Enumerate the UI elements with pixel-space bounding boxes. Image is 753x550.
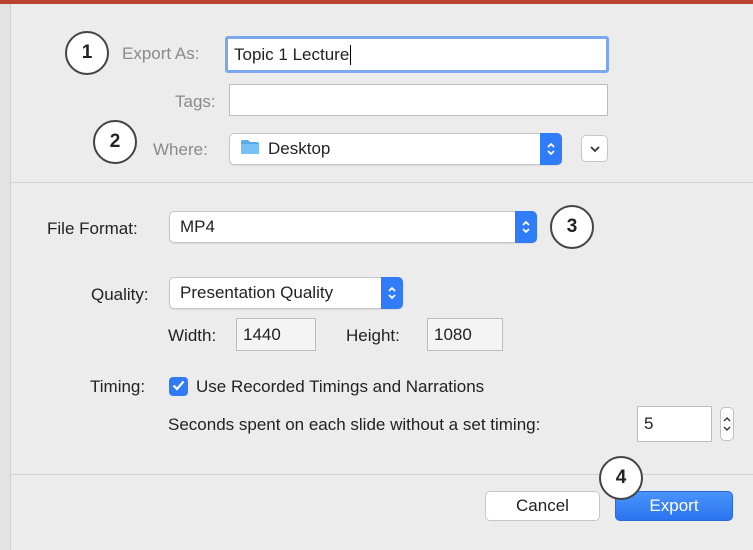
- timing-label: Timing:: [90, 377, 146, 396]
- text-cursor: [350, 44, 352, 65]
- where-popup[interactable]: Desktop: [229, 133, 562, 165]
- quality-stepper[interactable]: [381, 277, 403, 309]
- file-format-stepper[interactable]: [515, 211, 537, 243]
- height-field: 1080: [427, 318, 503, 351]
- seconds-per-slide-input[interactable]: 5: [637, 406, 712, 442]
- file-format-label: File Format:: [47, 219, 138, 238]
- callout-2: 2: [93, 120, 137, 164]
- expand-button[interactable]: [581, 135, 608, 162]
- height-label: Height:: [346, 326, 400, 345]
- callout-3: 3: [550, 205, 594, 249]
- window-left-edge: [0, 4, 11, 550]
- checkmark-icon: [172, 378, 185, 396]
- use-recorded-timings-checkbox[interactable]: [169, 377, 188, 396]
- where-value: Desktop: [268, 139, 331, 158]
- section-divider: [11, 182, 753, 183]
- seconds-stepper[interactable]: [720, 407, 734, 441]
- seconds-per-slide-value: 5: [644, 414, 654, 433]
- tags-label: Tags:: [175, 92, 216, 111]
- file-format-popup[interactable]: MP4: [169, 211, 537, 243]
- quality-popup[interactable]: Presentation Quality: [169, 277, 403, 309]
- where-stepper[interactable]: [540, 133, 562, 165]
- window-top-border: [0, 0, 753, 4]
- use-recorded-timings-label[interactable]: Use Recorded Timings and Narrations: [196, 377, 484, 397]
- callout-4: 4: [599, 456, 643, 500]
- chevron-down-icon: [589, 140, 601, 158]
- width-label: Width:: [168, 326, 217, 345]
- height-value: 1080: [434, 324, 472, 344]
- export-as-input[interactable]: Topic 1 Lecture: [225, 36, 609, 73]
- quality-value: Presentation Quality: [180, 283, 334, 302]
- file-format-value: MP4: [180, 217, 215, 236]
- where-label: Where:: [153, 140, 208, 159]
- folder-icon: [240, 139, 260, 160]
- quality-label: Quality:: [91, 285, 149, 304]
- export-as-value: Topic 1 Lecture: [234, 44, 350, 64]
- width-value: 1440: [243, 324, 281, 344]
- cancel-button[interactable]: Cancel: [485, 491, 600, 521]
- seconds-per-slide-label: Seconds spent on each slide without a se…: [168, 415, 541, 434]
- tags-input[interactable]: [229, 84, 608, 116]
- width-field: 1440: [236, 318, 316, 351]
- callout-1: 1: [65, 31, 109, 75]
- export-as-label: Export As:: [122, 44, 200, 63]
